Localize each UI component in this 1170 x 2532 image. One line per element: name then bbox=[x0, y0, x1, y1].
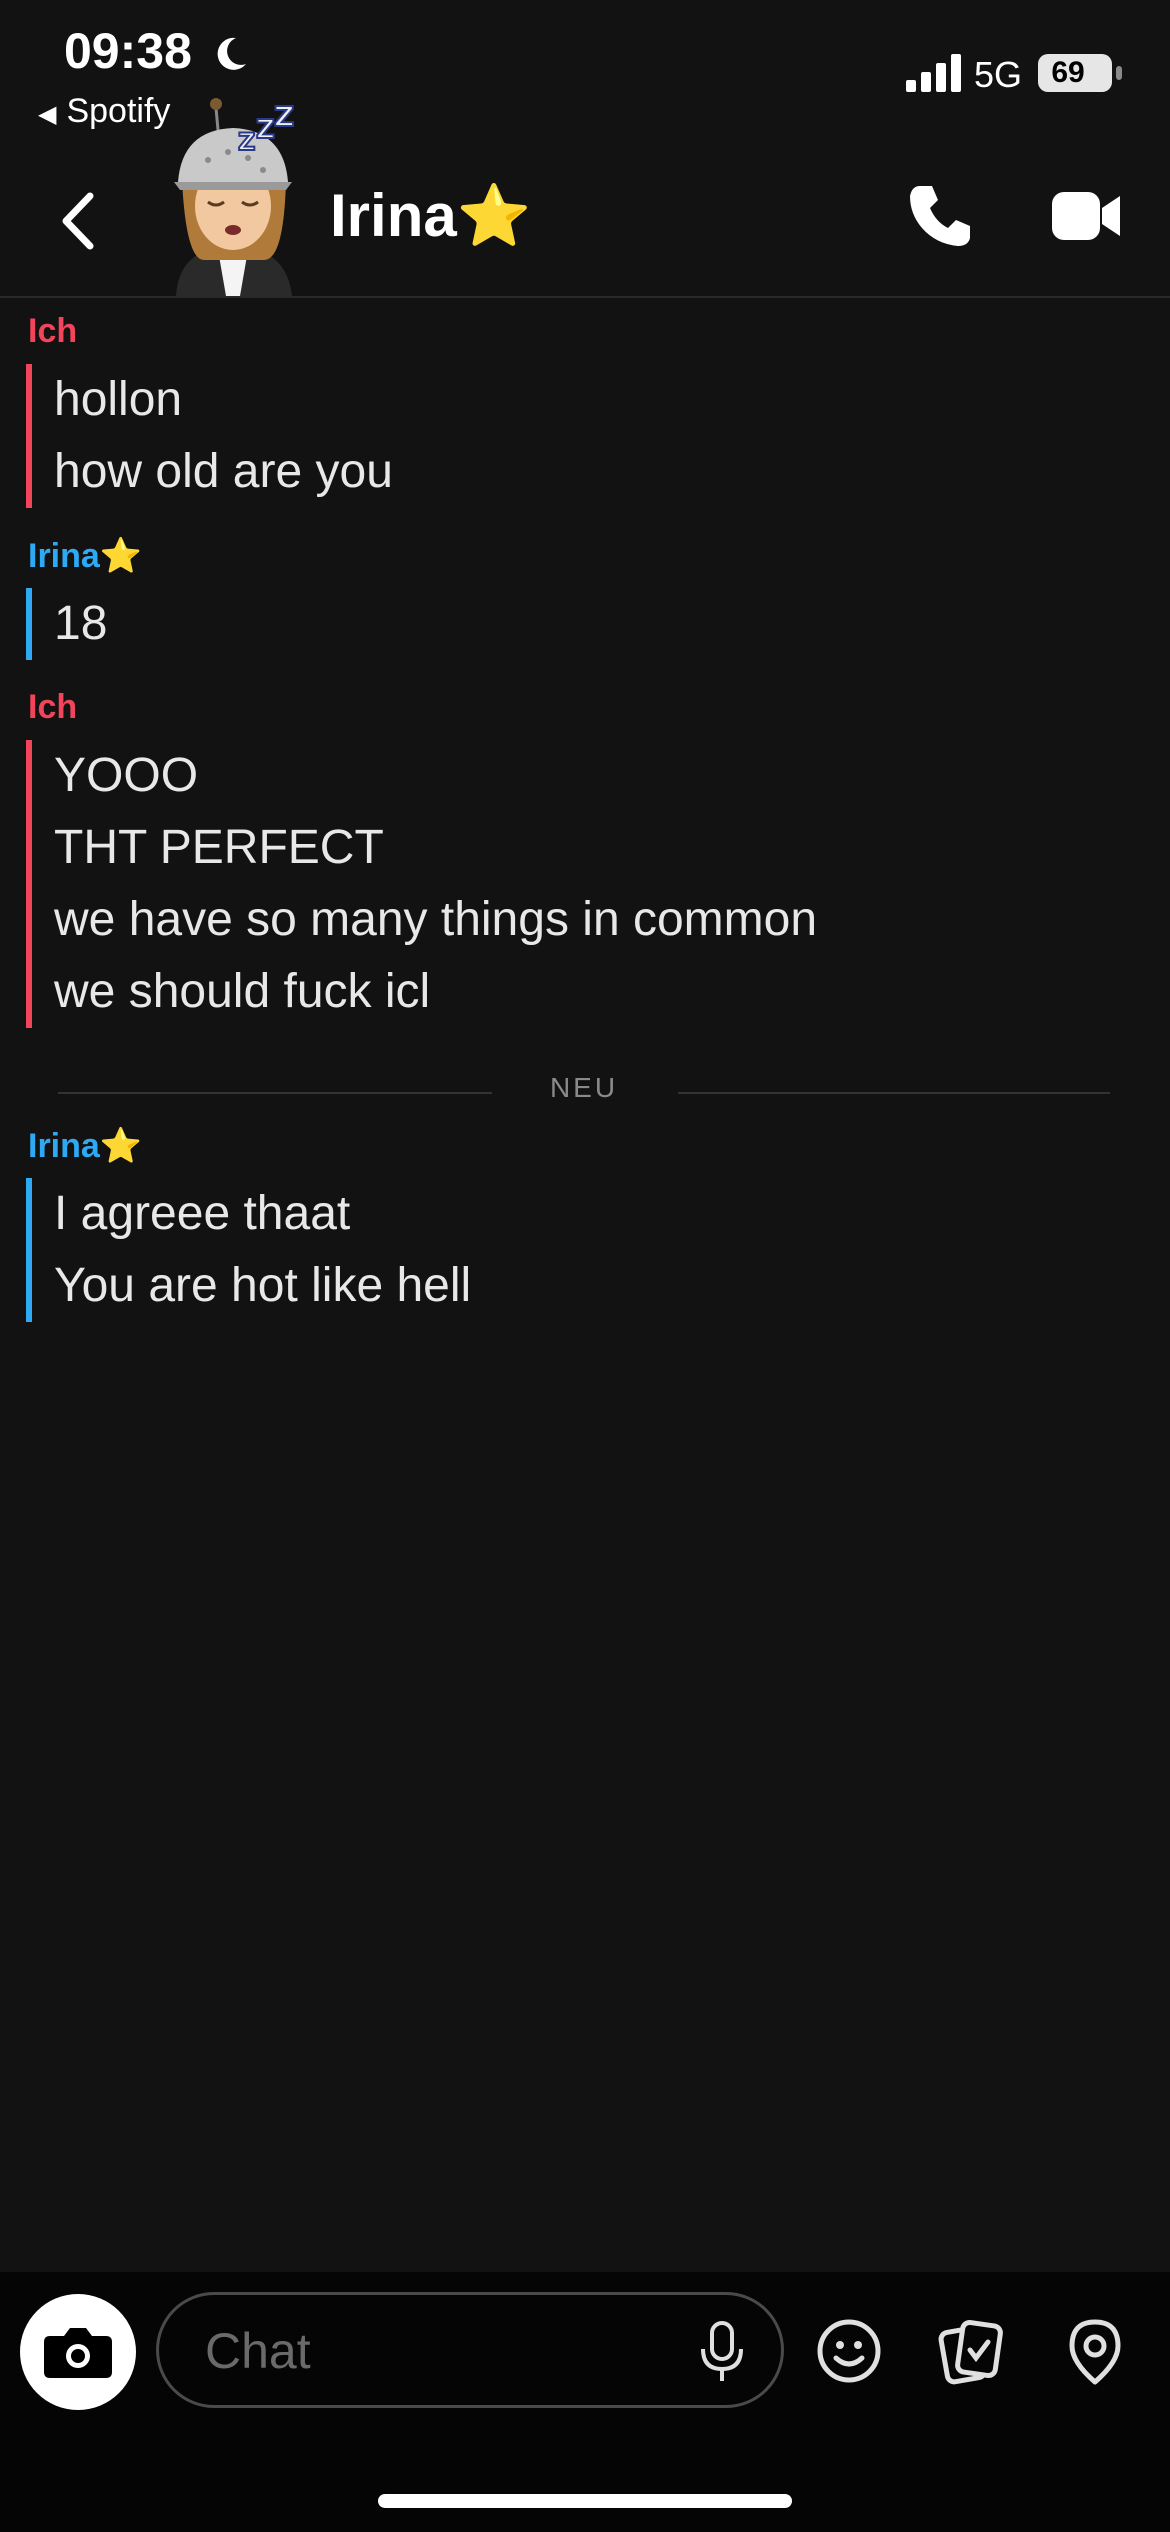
message-text[interactable]: THT PERFECT bbox=[54, 812, 817, 884]
svg-text:Z: Z bbox=[274, 100, 294, 133]
stickers-icon[interactable] bbox=[936, 2316, 1006, 2386]
divider-label: NEU bbox=[549, 1072, 619, 1103]
message-group: I agreee thaat You are hot like hell bbox=[26, 1178, 471, 1322]
svg-text:Z: Z bbox=[238, 128, 255, 156]
chat-input[interactable] bbox=[203, 2315, 667, 2387]
sender-label: Ich bbox=[28, 688, 78, 726]
phone-icon[interactable] bbox=[906, 180, 976, 250]
message-text[interactable]: I agreee thaat bbox=[54, 1178, 471, 1250]
sender-label: Irina⭐ bbox=[28, 1127, 143, 1165]
message-group: 18 bbox=[26, 588, 107, 660]
back-app-label: Spotify bbox=[66, 92, 171, 130]
status-time: 09:38 bbox=[64, 23, 192, 79]
home-indicator[interactable] bbox=[378, 2494, 792, 2508]
back-to-app-link[interactable]: ◀ Spotify bbox=[38, 92, 170, 131]
emoji-icon[interactable] bbox=[814, 2316, 884, 2386]
svg-text:Z: Z bbox=[256, 115, 275, 145]
moon-icon bbox=[217, 37, 246, 70]
signal-icon bbox=[906, 54, 961, 92]
mic-icon[interactable] bbox=[697, 2321, 747, 2383]
location-icon[interactable] bbox=[1060, 2316, 1130, 2386]
chat-title[interactable]: Irina⭐ bbox=[330, 180, 531, 251]
chat-input-container[interactable] bbox=[156, 2292, 784, 2408]
message-text[interactable]: hollon bbox=[54, 364, 393, 436]
chat-header: Z Z Z Irina⭐ bbox=[0, 98, 1170, 298]
back-icon[interactable] bbox=[50, 186, 110, 256]
video-icon[interactable] bbox=[1050, 186, 1122, 246]
sender-label: Irina⭐ bbox=[28, 537, 143, 575]
avatar[interactable]: Z Z Z bbox=[168, 90, 298, 296]
message-text[interactable]: You are hot like hell bbox=[54, 1250, 471, 1322]
camera-icon bbox=[44, 2328, 112, 2378]
network-label: 5G bbox=[974, 54, 1023, 95]
new-messages-divider: NEU bbox=[58, 1072, 1110, 1112]
message-text[interactable]: YOOO bbox=[54, 740, 817, 812]
message-text[interactable]: 18 bbox=[54, 588, 107, 660]
back-triangle-icon: ◀ bbox=[38, 101, 57, 128]
message-group: YOOO THT PERFECT we have so many things … bbox=[26, 740, 817, 1028]
battery-level: 69 bbox=[1051, 56, 1085, 89]
battery-icon: 69 bbox=[1038, 54, 1122, 92]
composer-bar bbox=[0, 2272, 1170, 2532]
camera-button[interactable] bbox=[20, 2294, 136, 2410]
sender-label: Ich bbox=[28, 312, 78, 350]
message-text[interactable]: we should fuck icl bbox=[54, 956, 817, 1028]
message-text[interactable]: how old are you bbox=[54, 436, 393, 508]
message-group: hollon how old are you bbox=[26, 364, 393, 508]
message-text[interactable]: we have so many things in common bbox=[54, 884, 817, 956]
